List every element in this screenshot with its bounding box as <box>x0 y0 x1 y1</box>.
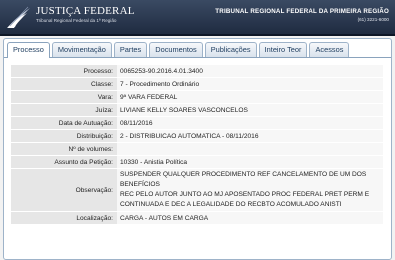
logo-subtitle: Tribunal Regional Federal da 1ª Região <box>36 18 117 23</box>
observacao-line-3: CONTINUADA E DEC A LEGALIDADE DO RECBTO … <box>120 201 342 208</box>
row-assunto: Assunto da Petição: 10330 - Anistia Polí… <box>11 155 383 169</box>
tab-documentos[interactable]: Documentos <box>149 42 203 57</box>
tab-bar: Processo Movimentação Partes Documentos … <box>4 39 391 58</box>
label-vara: Vara: <box>11 90 117 104</box>
court-phone: (61) 3221-6000 <box>357 17 389 22</box>
value-distribuicao: 2 - DISTRIBUICAO AUTOMATICA - 08/11/2016 <box>117 129 383 143</box>
row-processo: Processo: 0065253-90.2016.4.01.3400 <box>11 65 383 78</box>
value-observacao: SUSPENDER QUALQUER PROCEDIMENTO REF CANC… <box>117 168 383 212</box>
tab-inteiro-teor[interactable]: Inteiro Teor <box>258 42 308 57</box>
label-juiza: Juíza: <box>11 103 117 117</box>
process-panel: Processo Movimentação Partes Documentos … <box>3 38 392 260</box>
value-classe: 7 - Procedimento Ordinário <box>117 77 383 91</box>
row-localizacao: Localização: CARGA - AUTOS EM CARGA <box>11 211 383 225</box>
tab-publicacoes[interactable]: Publicações <box>204 42 257 57</box>
observacao-line-2: REC PELO AUTOR JUNTO AO MJ APOSENTADO PR… <box>120 191 370 198</box>
value-data-autuacao: 08/11/2016 <box>117 116 383 130</box>
logo-title: Justiça Federal <box>36 5 135 17</box>
observacao-line-1: SUSPENDER QUALQUER PROCEDIMENTO REF CANC… <box>120 171 367 188</box>
label-data-autuacao: Data de Autuação: <box>11 116 117 130</box>
process-details: Processo: 0065253-90.2016.4.01.3400 Clas… <box>11 65 383 225</box>
value-processo: 0065253-90.2016.4.01.3400 <box>117 65 383 78</box>
row-vara: Vara: 9ª VARA FEDERAL <box>11 90 383 104</box>
justica-federal-logo-icon <box>7 6 30 28</box>
value-localizacao: CARGA - AUTOS EM CARGA <box>117 211 383 225</box>
tab-processo[interactable]: Processo <box>7 42 50 58</box>
value-assunto: 10330 - Anistia Política <box>117 155 383 169</box>
label-assunto: Assunto da Petição: <box>11 155 117 169</box>
value-volumes <box>117 142 383 156</box>
tab-partes[interactable]: Partes <box>113 42 148 57</box>
row-volumes: Nº de volumes: <box>11 142 383 156</box>
site-header: Justiça Federal Tribunal Regional Federa… <box>0 0 395 36</box>
logo-text: Justiça Federal Tribunal Regional Federa… <box>36 6 135 24</box>
label-classe: Classe: <box>11 77 117 91</box>
label-distribuicao: Distribuição: <box>11 129 117 143</box>
value-vara: 9ª VARA FEDERAL <box>117 90 383 104</box>
tab-movimentacao[interactable]: Movimentação <box>51 42 112 57</box>
row-juiza: Juíza: LIVIANE KELLY SOARES VASCONCELOS <box>11 103 383 117</box>
row-data-autuacao: Data de Autuação: 08/11/2016 <box>11 116 383 130</box>
label-localizacao: Localização: <box>11 211 117 225</box>
details-table: Processo: 0065253-90.2016.4.01.3400 Clas… <box>11 65 383 225</box>
label-processo: Processo: <box>11 65 117 78</box>
row-classe: Classe: 7 - Procedimento Ordinário <box>11 77 383 91</box>
value-juiza: LIVIANE KELLY SOARES VASCONCELOS <box>117 103 383 117</box>
row-observacao: Observação: SUSPENDER QUALQUER PROCEDIME… <box>11 168 383 212</box>
label-observacao: Observação: <box>11 168 117 212</box>
label-volumes: Nº de volumes: <box>11 142 117 156</box>
tab-acessos[interactable]: Acessos <box>309 42 350 57</box>
court-name: TRIBUNAL REGIONAL FEDERAL DA PRIMEIRA RE… <box>215 8 389 15</box>
row-distribuicao: Distribuição: 2 - DISTRIBUICAO AUTOMATIC… <box>11 129 383 143</box>
